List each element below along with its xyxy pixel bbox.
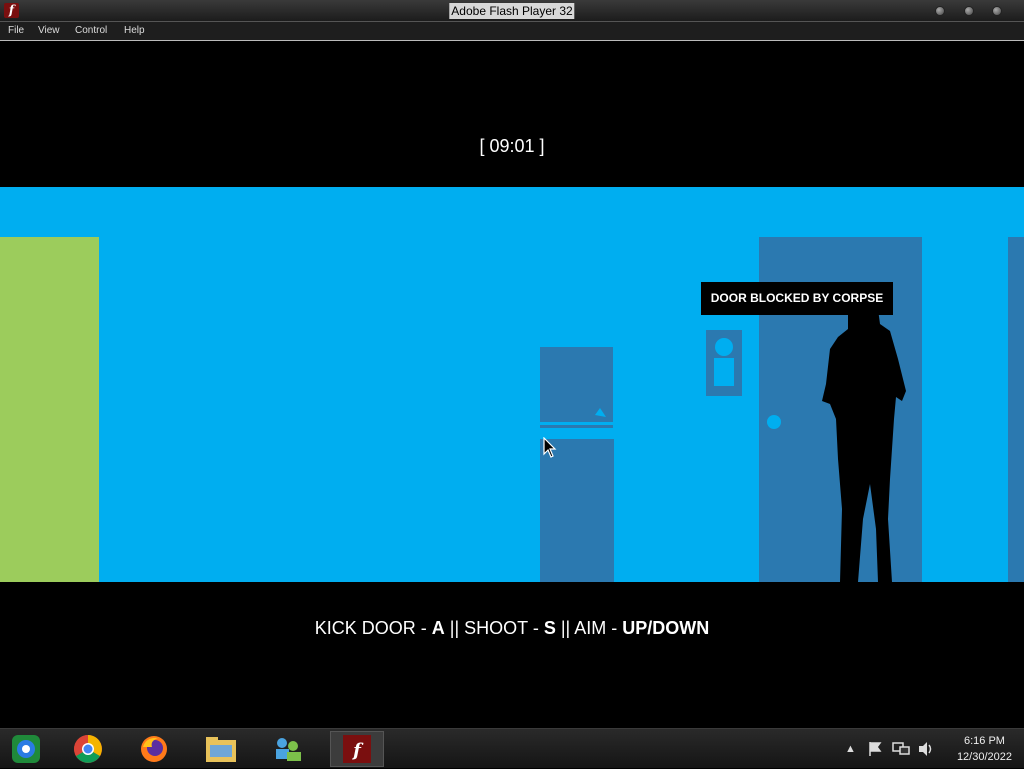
ie-icon[interactable]	[6, 733, 46, 765]
countdown-timer: [ 09:01 ]	[479, 136, 545, 156]
small-door-lower-panel	[540, 439, 614, 582]
flash-player-task-button[interactable]: f	[330, 731, 384, 767]
shoot-key: S	[543, 618, 556, 638]
small-door-divider	[540, 425, 613, 428]
flag-icon[interactable]	[867, 741, 883, 757]
corpse-silhouette	[822, 309, 906, 582]
show-hidden-icons[interactable]: ▲	[845, 729, 856, 769]
menu-bar: File View Control Help	[0, 22, 1024, 41]
clock-date: 12/30/2022	[956, 751, 1012, 763]
info-sign-icon	[706, 330, 742, 396]
shoot-label: || SHOOT -	[444, 618, 544, 638]
aim-key: UP/DOWN	[622, 618, 710, 638]
aim-label: || AIM -	[555, 618, 623, 638]
green-door	[0, 237, 99, 582]
system-clock[interactable]: 6:16 PM 12/30/2022	[957, 733, 1012, 765]
menu-control[interactable]: Control	[75, 25, 107, 36]
flash-player-icon[interactable]: f	[4, 3, 19, 18]
hallway: DOOR BLOCKED BY CORPSE	[0, 187, 1024, 582]
status-tooltip: DOOR BLOCKED BY CORPSE	[701, 282, 893, 315]
maximize-button[interactable]	[964, 6, 974, 16]
close-button[interactable]	[992, 6, 1002, 16]
menu-help[interactable]: Help	[124, 25, 145, 36]
mouse-cursor-icon	[543, 437, 557, 458]
clock-time: 6:16 PM	[963, 735, 1005, 747]
kick-label: KICK DOOR -	[314, 618, 432, 638]
taskbar: f ▲ 6:16 PM 12/30/2022	[0, 728, 1024, 768]
wall-tag-icon	[595, 408, 606, 417]
game-canvas[interactable]: [ 09:01 ] DOOR BLOCKED BY CORPSE KICK DO…	[0, 42, 1024, 728]
file-explorer-icon[interactable]	[201, 733, 241, 765]
minimize-button[interactable]	[935, 6, 945, 16]
network-icon[interactable]	[892, 741, 910, 757]
menu-view[interactable]: View	[38, 25, 60, 36]
flash-player-icon: f	[343, 735, 371, 763]
firefox-icon[interactable]	[134, 733, 174, 765]
menu-file[interactable]: File	[8, 25, 24, 36]
network-app-icon[interactable]	[268, 733, 308, 765]
small-door-upper-panel	[540, 347, 613, 422]
volume-icon[interactable]	[917, 741, 935, 757]
kick-key: A	[431, 618, 445, 638]
door-knob	[767, 415, 781, 429]
chrome-icon[interactable]	[68, 733, 108, 765]
controls-hint: KICK DOOR - A || SHOOT - S || AIM - UP/D…	[0, 618, 1024, 639]
door-far-right	[1008, 237, 1024, 582]
title-bar: f Adobe Flash Player 32	[0, 0, 1024, 22]
window-title: Adobe Flash Player 32	[449, 3, 575, 19]
